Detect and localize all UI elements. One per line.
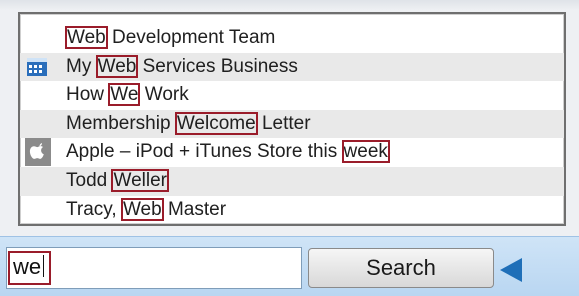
- match-highlight: Welcome: [174, 111, 258, 135]
- list-item[interactable]: Todd Weller: [20, 166, 564, 196]
- item-text-pre: How: [66, 84, 110, 106]
- top-edge: [0, 0, 579, 10]
- suggestion-list-panel: Web Development Team My Web Services Bus…: [18, 12, 566, 226]
- item-text-post: Services Business: [137, 55, 298, 77]
- item-text-pre: Apple – iPod + iTunes Store this: [66, 141, 343, 163]
- list-item[interactable]: Tracy, Web Master: [20, 196, 564, 224]
- match-highlight: Web: [65, 26, 108, 49]
- list-item[interactable]: My Web Services Business: [20, 52, 564, 82]
- list-item[interactable]: Web Development Team: [20, 24, 564, 53]
- match-highlight: week: [341, 140, 390, 164]
- item-text-post: Development Team: [106, 27, 276, 48]
- list-item[interactable]: Apple – iPod + iTunes Store this week: [20, 138, 564, 167]
- item-text-pre: Tracy,: [66, 198, 122, 220]
- search-query-text: we: [13, 254, 42, 279]
- match-highlight: Weller: [111, 168, 169, 192]
- list-item[interactable]: Membership Welcome Letter: [20, 109, 564, 139]
- search-bar: we Search: [0, 236, 579, 296]
- list-item[interactable]: How We Work: [20, 81, 564, 110]
- item-text-post: Master: [162, 198, 227, 220]
- suggestion-list: Web Development Team My Web Services Bus…: [20, 24, 564, 224]
- match-highlight: We: [108, 83, 141, 107]
- match-highlight: Web: [95, 54, 139, 78]
- item-text-pre: Todd: [66, 169, 113, 191]
- search-input[interactable]: we: [6, 247, 302, 289]
- apple-icon: [25, 138, 51, 167]
- search-button[interactable]: Search: [308, 248, 494, 288]
- calendar-icon: [27, 57, 47, 76]
- item-text-pre: Membership: [66, 112, 176, 134]
- search-input-value: we: [7, 251, 52, 285]
- text-caret: [43, 255, 45, 277]
- item-text-pre: My: [66, 55, 97, 77]
- match-highlight: Web: [120, 197, 164, 221]
- item-text-post: Work: [139, 84, 189, 106]
- item-text-post: Letter: [256, 112, 311, 134]
- left-arrow-icon[interactable]: [500, 258, 522, 282]
